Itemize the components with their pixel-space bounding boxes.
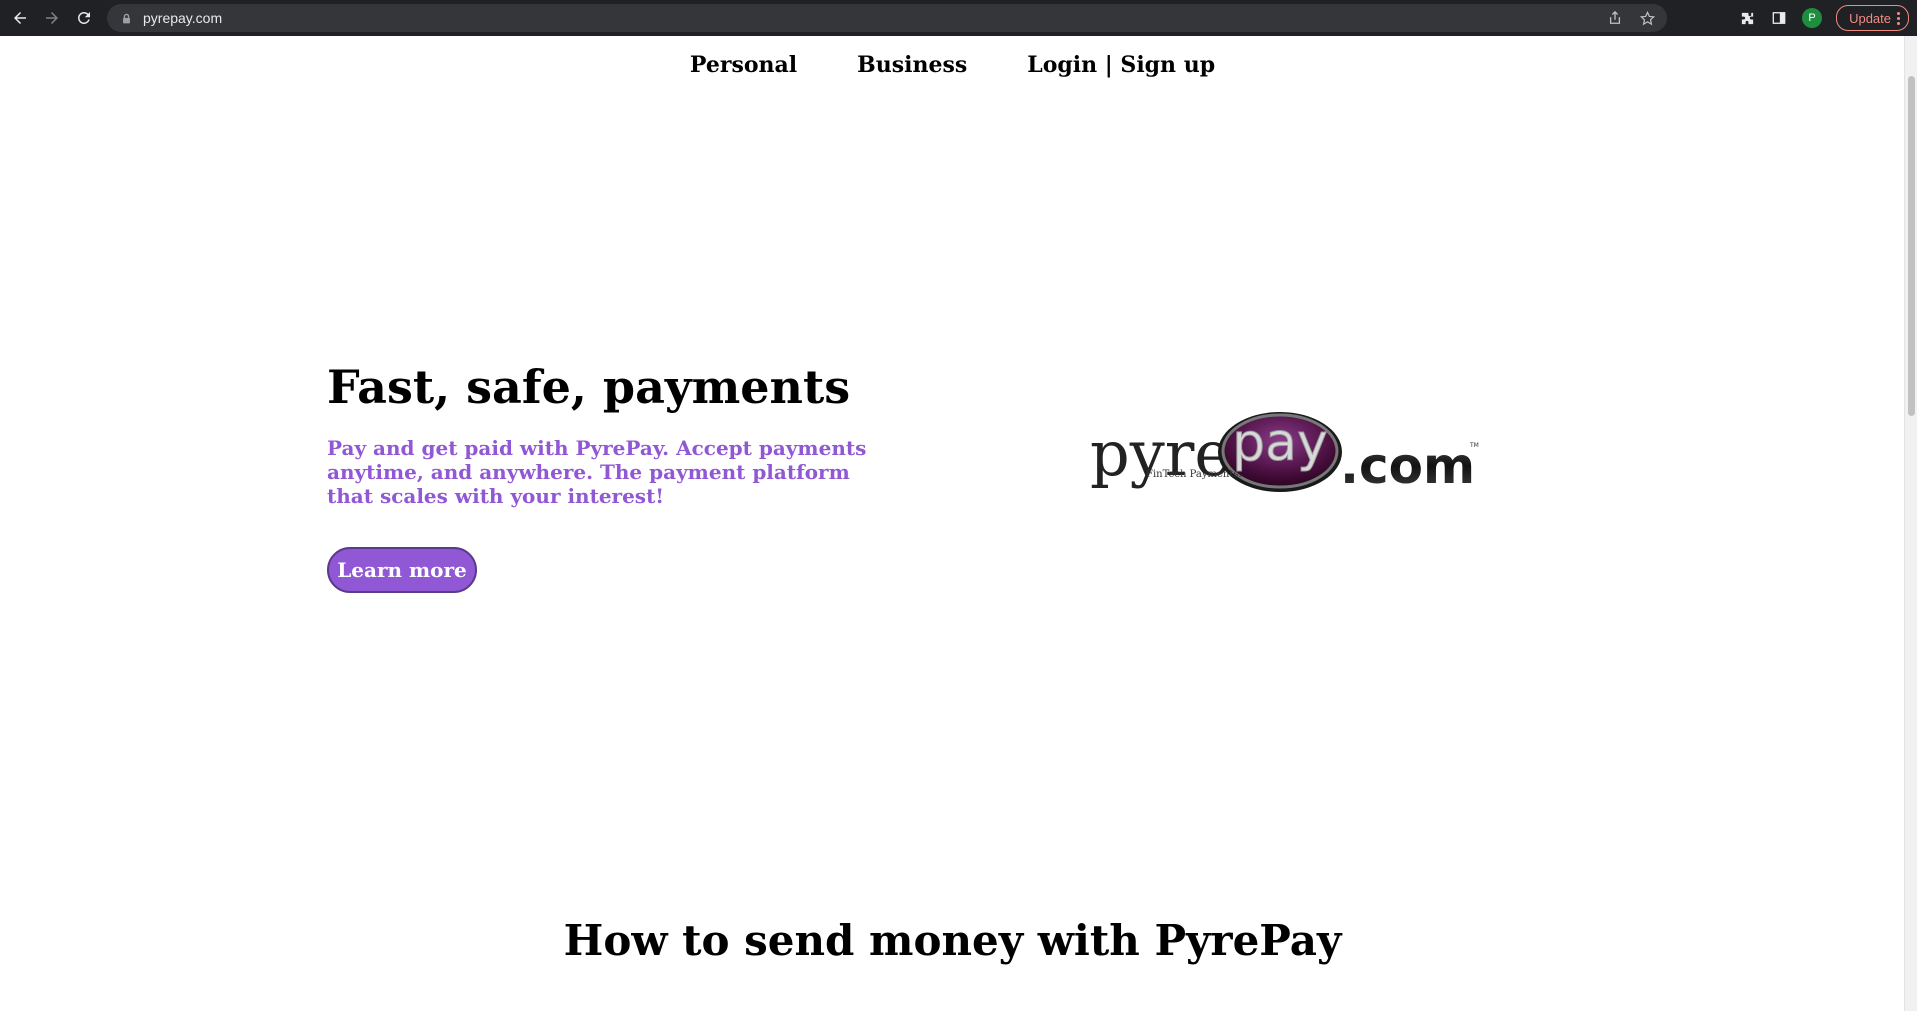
browser-toolbar: pyrepay.com P Update [0, 0, 1917, 36]
page-scrollbar[interactable] [1904, 36, 1917, 1011]
learn-more-button[interactable]: Learn more [327, 547, 477, 593]
update-button[interactable]: Update [1836, 5, 1909, 31]
logo-pay-text: pay [1232, 413, 1328, 473]
logo-tagline: FinTech Payments. [1146, 469, 1242, 480]
star-icon[interactable] [1639, 10, 1655, 26]
hero-title: Fast, safe, payments [327, 360, 851, 414]
pyrepay-logo: pyre pay .com FinTech Payments. TM [1090, 412, 1479, 495]
scrollbar-thumb[interactable] [1908, 76, 1915, 416]
logo-tm: TM [1469, 442, 1479, 449]
menu-icon [1897, 11, 1900, 25]
hero-subtitle: Pay and get paid with PyrePay. Accept pa… [327, 436, 867, 508]
share-icon[interactable] [1607, 10, 1623, 26]
update-label: Update [1849, 10, 1891, 26]
nav-business[interactable]: Business [857, 52, 967, 78]
forward-icon[interactable] [39, 5, 65, 31]
lock-icon[interactable] [119, 11, 133, 25]
nav-personal[interactable]: Personal [690, 52, 797, 78]
reload-icon[interactable] [71, 5, 97, 31]
side-panel-icon[interactable] [1770, 9, 1788, 27]
profile-avatar[interactable]: P [1802, 8, 1823, 28]
nav-login-signup[interactable]: Login | Sign up [1027, 52, 1215, 78]
section-title: How to send money with PyrePay [563, 916, 1342, 965]
logo-com-text: .com [1340, 437, 1475, 495]
site-nav: Personal Business Login | Sign up [0, 52, 1905, 78]
extensions-icon[interactable] [1738, 9, 1756, 27]
address-bar[interactable]: pyrepay.com [107, 4, 1667, 32]
url-text: pyrepay.com [143, 10, 223, 26]
back-icon[interactable] [7, 5, 33, 31]
